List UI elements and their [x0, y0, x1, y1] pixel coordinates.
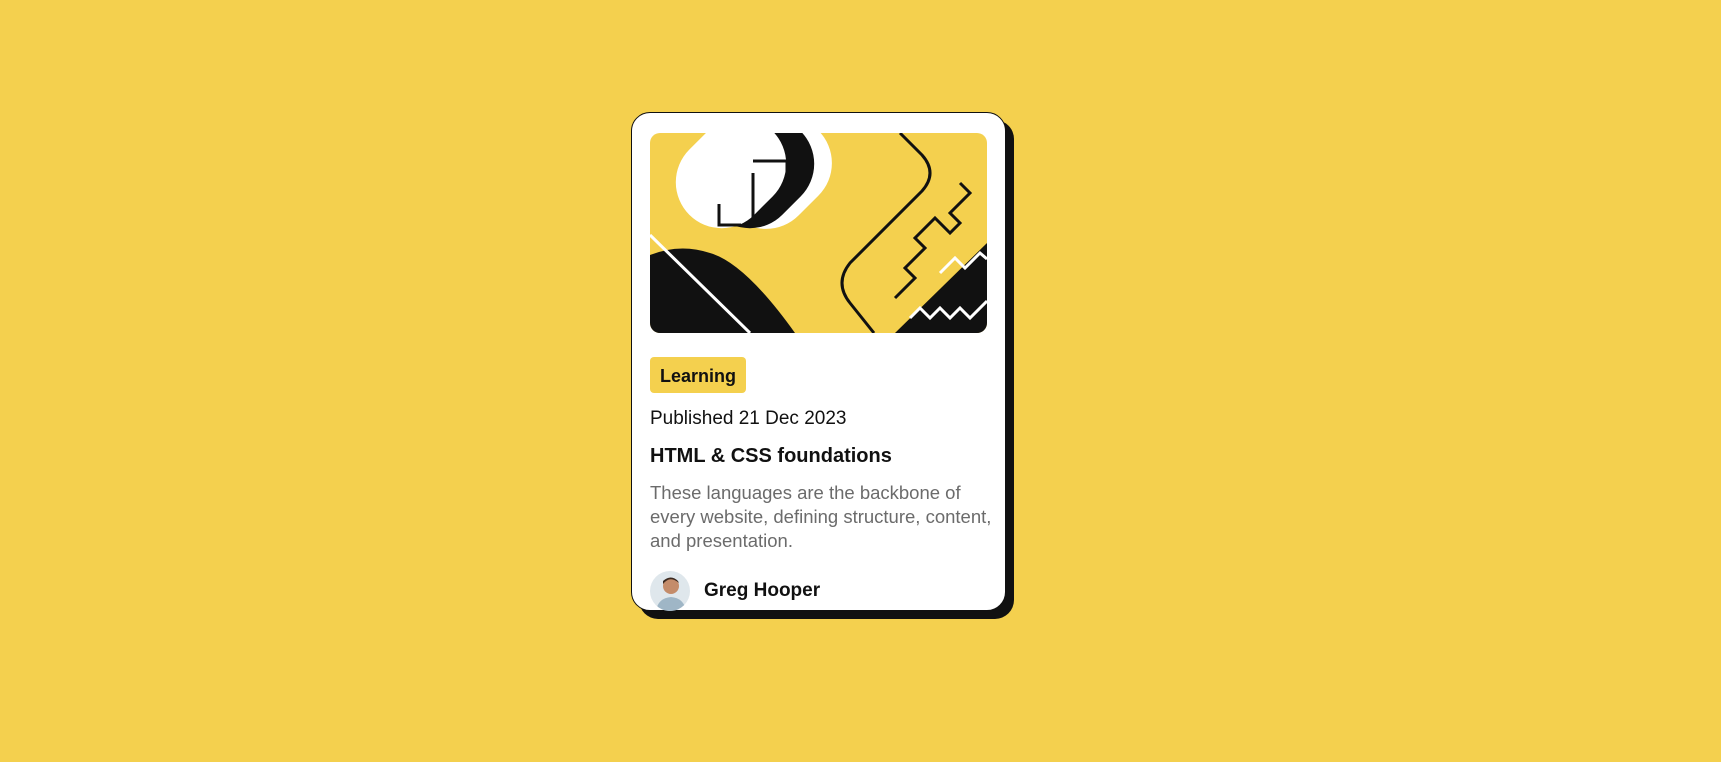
author-info: Greg Hooper	[650, 571, 985, 611]
post-title[interactable]: HTML & CSS foundations	[650, 443, 985, 469]
hero-illustration	[650, 133, 987, 333]
post-description: These languages are the backbone of ever…	[650, 482, 992, 551]
category-tag: Learning	[650, 357, 747, 393]
blog-preview-card: Learning Published 21 Dec 2023 HTML & CS…	[631, 112, 1006, 611]
author-avatar-icon	[650, 571, 690, 611]
published-date: Published 21 Dec 2023	[650, 408, 847, 429]
author-name[interactable]: Greg Hooper	[704, 580, 820, 602]
